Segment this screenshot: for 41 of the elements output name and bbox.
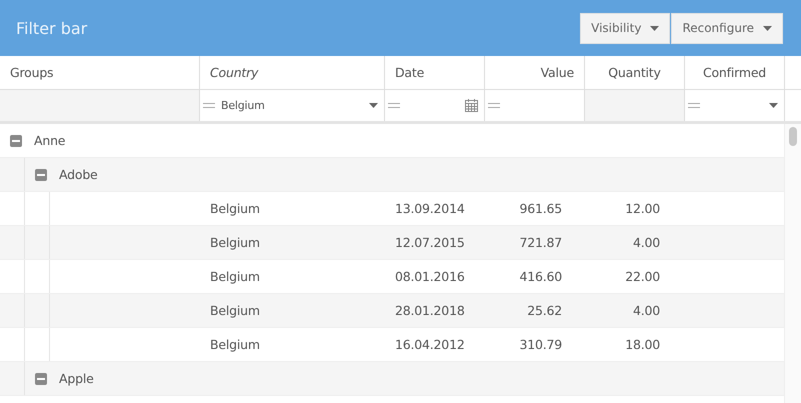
collapse-icon[interactable] (35, 372, 47, 384)
table-cell-text: 12.00 (624, 201, 661, 216)
caret-icon (369, 103, 378, 108)
table-cell-text: 961.65 (518, 201, 563, 216)
table-cell-text: 18.00 (624, 337, 661, 352)
table-cell-text: 4.00 (632, 235, 661, 250)
caret-icon (769, 103, 778, 108)
table-cell-text: 28.01.2018 (394, 303, 466, 318)
table-cell-text: 16.04.2012 (394, 337, 466, 352)
group-label: Anne (34, 133, 66, 148)
menu-button[interactable]: Reconfigure (671, 12, 783, 44)
table-cell-text: 22.00 (624, 269, 661, 284)
table-cell-text: 12.07.2015 (394, 235, 466, 250)
table-cell-text: 08.01.2016 (394, 269, 466, 284)
table-cell-text: Belgium (209, 235, 261, 250)
table-cell-text: 13.09.2014 (394, 201, 466, 216)
collapse-icon[interactable] (35, 168, 47, 180)
table-cell-text: Belgium (209, 269, 261, 284)
header-title: Filter bar (16, 18, 88, 38)
column-header[interactable]: Value (485, 56, 585, 89)
column-header[interactable]: Date (385, 56, 485, 89)
column-header[interactable]: Groups (0, 56, 200, 89)
table-cell-text: Belgium (209, 201, 261, 216)
table-cell-text: 416.60 (518, 269, 563, 284)
table-cell-text: 721.87 (518, 235, 563, 250)
group-label: Adobe (59, 167, 98, 182)
calendar-icon[interactable] (465, 99, 478, 112)
table-cell-text: 25.62 (526, 303, 563, 318)
table-cell-text: 310.79 (518, 337, 563, 352)
caret-icon (763, 26, 772, 30)
table-cell-text: 4.00 (632, 303, 661, 318)
column-header[interactable]: Confirmed (685, 56, 785, 89)
column-header[interactable]: Country (200, 56, 385, 89)
collapse-icon[interactable] (10, 134, 22, 146)
column-header[interactable]: Quantity (585, 56, 685, 89)
table-cell-text: Belgium (209, 303, 261, 318)
menu-button[interactable]: Visibility (580, 12, 670, 44)
table-cell-text: Belgium (209, 337, 261, 352)
caret-icon (650, 26, 660, 30)
group-label: Apple (59, 371, 94, 386)
scrollbar-thumb[interactable] (789, 127, 797, 146)
